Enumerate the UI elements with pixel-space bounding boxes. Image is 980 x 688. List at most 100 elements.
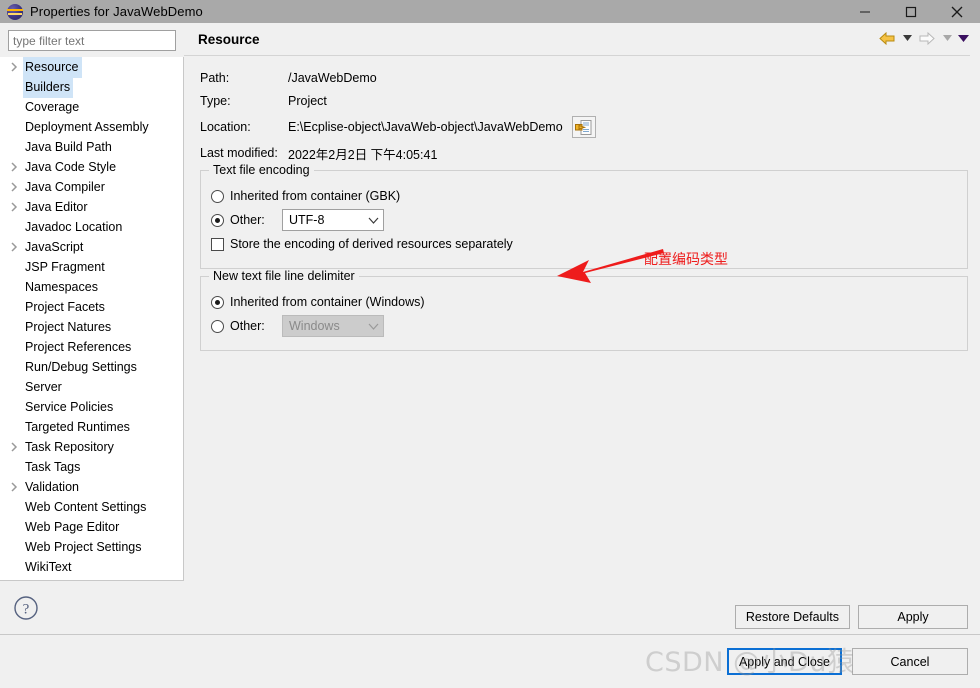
restore-defaults-button[interactable]: Restore Defaults: [734, 605, 850, 629]
chevron-right-icon[interactable]: [10, 442, 23, 452]
encoding-other-label: Other:: [230, 213, 265, 227]
sidebar-item-targeted-runtimes[interactable]: Targeted Runtimes: [0, 417, 183, 437]
chevron-right-icon[interactable]: [10, 482, 23, 492]
sidebar: ResourceBuilders Coverage Deployment Assem…: [0, 23, 184, 634]
forward-dropdown-chevron-down-icon: [940, 27, 954, 49]
encoding-inherited-row[interactable]: Inherited from container (GBK): [211, 185, 957, 207]
navigation-toolbar: [876, 27, 970, 49]
chevron-down-icon: [368, 213, 379, 227]
sidebar-item-java-compiler[interactable]: Java Compiler: [0, 177, 183, 197]
sidebar-item-java-build-path[interactable]: Java Build Path: [0, 137, 183, 157]
delimiter-inherited-radio[interactable]: [211, 295, 224, 309]
encoding-group-title: Text file encoding: [209, 163, 314, 177]
sidebar-item-label: Task Repository: [25, 440, 114, 454]
window-controls: [842, 0, 980, 23]
delimiter-other-row[interactable]: Other: Windows: [211, 315, 957, 337]
sidebar-item-label: Validation: [25, 480, 79, 494]
sidebar-item-label: XDoclet: [23, 576, 72, 580]
sidebar-item-service-policies[interactable]: Service Policies: [0, 397, 183, 417]
sidebar-item-label: Deployment Assembly: [25, 120, 149, 134]
chevron-down-icon: [368, 319, 379, 333]
sidebar-item-xdoclet[interactable]: XDoclet: [0, 577, 183, 580]
sidebar-item-wikitext[interactable]: WikiText: [0, 557, 183, 577]
sidebar-item-javadoc-location[interactable]: Javadoc Location: [0, 217, 183, 237]
content-panel: Resource Path: /JavaWebDemo Type: Projec…: [184, 23, 980, 634]
encoding-select[interactable]: UTF-8: [282, 209, 384, 231]
sidebar-item-task-tags[interactable]: Task Tags: [0, 457, 183, 477]
back-dropdown-chevron-down-icon[interactable]: [900, 27, 914, 49]
encoding-other-row[interactable]: Other: UTF-8: [211, 209, 957, 231]
delimiter-group-title: New text file line delimiter: [209, 269, 359, 283]
store-derived-row[interactable]: Store the encoding of derived resources …: [211, 233, 957, 255]
chevron-right-icon[interactable]: [10, 162, 23, 172]
encoding-inherited-radio[interactable]: [211, 189, 224, 203]
last-modified-value: 2022年2月2日 下午4:05:41: [288, 147, 438, 162]
sidebar-item-label: Java Editor: [25, 200, 88, 214]
help-question-icon[interactable]: ?: [13, 595, 39, 621]
settings-tree[interactable]: Resource Builders Coverage Deployment Assem…: [0, 57, 184, 580]
sidebar-item-java-editor[interactable]: Java Editor: [0, 197, 183, 217]
sidebar-item-jsp-fragment[interactable]: JSP Fragment: [0, 257, 183, 277]
search-input[interactable]: [8, 30, 176, 51]
apply-button[interactable]: Apply: [858, 605, 968, 629]
sidebar-item-server[interactable]: Server: [0, 377, 183, 397]
sidebar-item-label: Service Policies: [25, 400, 114, 414]
sidebar-item-project-natures[interactable]: Project Natures: [0, 317, 183, 337]
chevron-right-icon[interactable]: [10, 242, 23, 252]
path-value: /JavaWebDemo: [288, 71, 377, 85]
minimize-button[interactable]: [842, 0, 888, 23]
delimiter-inherited-row[interactable]: Inherited from container (Windows): [211, 291, 957, 313]
store-derived-checkbox[interactable]: [211, 237, 224, 251]
encoding-select-value: UTF-8: [289, 213, 325, 227]
sidebar-item-web-page-editor[interactable]: Web Page Editor: [0, 517, 183, 537]
view-menu-chevron-down-icon[interactable]: [956, 27, 970, 49]
close-button[interactable]: [934, 0, 980, 23]
delimiter-other-radio[interactable]: [211, 319, 224, 333]
chevron-right-icon[interactable]: [10, 62, 23, 72]
sidebar-item-label: Project Natures: [25, 320, 112, 334]
chevron-right-icon[interactable]: [10, 202, 23, 212]
sidebar-item-label: Javadoc Location: [25, 220, 123, 234]
apply-and-close-button[interactable]: Apply and Close: [726, 648, 842, 675]
sidebar-item-label: Web Page Editor: [25, 520, 120, 534]
location-value: E:\Ecplise-object\JavaWeb-object\JavaWeb…: [288, 120, 563, 134]
chevron-right-icon[interactable]: [10, 182, 23, 192]
sidebar-item-project-facets[interactable]: Project Facets: [0, 297, 183, 317]
sidebar-item-label: Task Tags: [25, 460, 81, 474]
sidebar-item-web-content-settings[interactable]: Web Content Settings: [0, 497, 183, 517]
sidebar-item-run-debug-settings[interactable]: Run/Debug Settings: [0, 357, 183, 377]
delimiter-select-value: Windows: [289, 319, 340, 333]
eclipse-logo-icon: [7, 3, 23, 20]
delimiter-other-label: Other:: [230, 319, 265, 333]
sidebar-item-resource[interactable]: Resource: [0, 57, 183, 78]
sidebar-item-builders[interactable]: Builders: [0, 76, 183, 98]
delimiter-select: Windows: [282, 315, 384, 337]
type-label: Type:: [200, 94, 231, 108]
sidebar-item-label: JavaScript: [25, 240, 84, 254]
open-folder-icon[interactable]: [571, 116, 596, 138]
sidebar-item-label: Server: [25, 380, 62, 394]
location-row: Location: E:\Ecplise-object\JavaWeb-obje…: [200, 114, 968, 140]
sidebar-item-label: Run/Debug Settings: [25, 360, 137, 374]
last-modified-label: Last modified:: [200, 146, 278, 160]
sidebar-item-validation[interactable]: Validation: [0, 477, 183, 497]
sidebar-item-label: Web Content Settings: [25, 500, 147, 514]
sidebar-item-project-references[interactable]: Project References: [0, 337, 183, 357]
encoding-inherited-label: Inherited from container (GBK): [230, 189, 401, 203]
sidebar-item-coverage[interactable]: Coverage: [0, 97, 183, 117]
sidebar-item-deployment-assembly[interactable]: Deployment Assembly: [0, 117, 183, 137]
title-bar: Properties for JavaWebDemo: [0, 0, 980, 23]
sidebar-item-label: Project Facets: [25, 300, 105, 314]
sidebar-item-task-repository[interactable]: Task Repository: [0, 437, 183, 457]
help-bar: ?: [0, 580, 184, 634]
sidebar-item-java-code-style[interactable]: Java Code Style: [0, 157, 183, 177]
sidebar-item-label: JSP Fragment: [25, 260, 105, 274]
sidebar-item-namespaces[interactable]: Namespaces: [0, 277, 183, 297]
sidebar-item-web-project-settings[interactable]: Web Project Settings: [0, 537, 183, 557]
back-arrow-icon[interactable]: [876, 27, 898, 49]
encoding-other-radio[interactable]: [211, 213, 224, 227]
type-value: Project: [288, 94, 327, 108]
cancel-button[interactable]: Cancel: [852, 648, 968, 675]
maximize-button[interactable]: [888, 0, 934, 23]
sidebar-item-javascript[interactable]: JavaScript: [0, 237, 183, 257]
